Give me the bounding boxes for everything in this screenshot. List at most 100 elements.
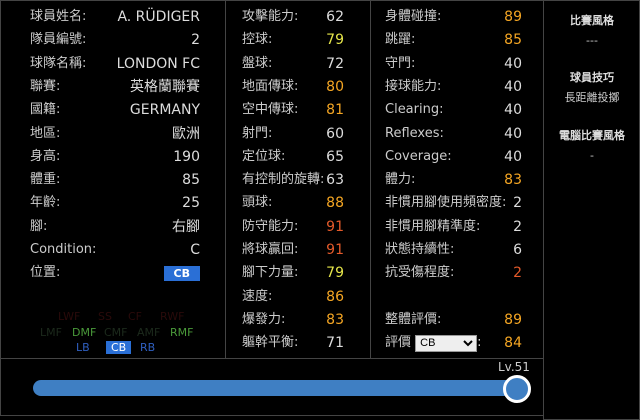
info-row: 位置: CB bbox=[30, 262, 200, 284]
stat-value: 71 bbox=[326, 335, 344, 352]
stat-row: 接球能力: 40 bbox=[385, 76, 522, 98]
stat-row: Coverage: 40 bbox=[385, 146, 522, 168]
level-slider-handle[interactable] bbox=[503, 375, 531, 403]
info-label: 聯賽: bbox=[30, 78, 61, 94]
info-row: 國籍: GERMANY bbox=[30, 99, 200, 121]
info-label: 年齡: bbox=[30, 195, 61, 211]
position-amf: AMF bbox=[137, 326, 161, 339]
stat-row: 空中傳球: 81 bbox=[242, 99, 344, 121]
info-value: 85 bbox=[182, 172, 200, 189]
rating-label: 評價 bbox=[385, 335, 412, 350]
info-label: 位置: bbox=[30, 265, 61, 281]
rating-row: 評價 CB: 84 bbox=[385, 332, 522, 354]
info-label: 腳: bbox=[30, 218, 48, 234]
stat-label: 體力: bbox=[385, 172, 416, 188]
stat-value: 40 bbox=[504, 102, 522, 119]
stat-row: 腳下力量: 79 bbox=[242, 262, 344, 284]
stat-row: 爆發力: 83 bbox=[242, 309, 344, 331]
stat-row: 頭球: 88 bbox=[242, 192, 344, 214]
position-lb: LB bbox=[76, 341, 90, 354]
stat-value: 81 bbox=[326, 102, 344, 119]
info-value: 25 bbox=[182, 195, 200, 212]
stat-row: 抗受傷程度: 2 bbox=[385, 262, 522, 284]
position-rb: RB bbox=[140, 341, 156, 354]
stat-value: 89 bbox=[504, 9, 522, 25]
info-value: LONDON FC bbox=[116, 55, 200, 72]
stat-label: 速度: bbox=[242, 288, 273, 304]
stat-value: 62 bbox=[326, 9, 344, 25]
side-content: 比賽風格 --- 球員技巧 長距離投擲 電腦比賽風格 - bbox=[544, 12, 640, 162]
rating-value: 84 bbox=[504, 335, 522, 351]
ai-style-value: - bbox=[590, 149, 594, 162]
level-label: Lv.51 bbox=[498, 360, 530, 374]
stat-value: 86 bbox=[326, 288, 344, 305]
stat-value: 60 bbox=[326, 125, 344, 142]
stat-value: 40 bbox=[504, 55, 522, 72]
info-row: 腳: 右腳 bbox=[30, 216, 200, 238]
stat-value: 91 bbox=[326, 242, 344, 258]
overall-value: 89 bbox=[504, 312, 522, 328]
stat-label: 控球: bbox=[242, 32, 273, 48]
stat-value: 72 bbox=[326, 55, 344, 72]
info-label: 體重: bbox=[30, 172, 61, 188]
overall-label: 整體評價: bbox=[385, 312, 442, 327]
position-cf: CF bbox=[128, 310, 143, 323]
skills-heading: 球員技巧 bbox=[570, 71, 614, 84]
level-slider-track[interactable] bbox=[33, 380, 518, 396]
stat-row: 狀態持續性: 6 bbox=[385, 239, 522, 261]
stat-value: 40 bbox=[504, 125, 522, 142]
play-style-heading: 比賽風格 bbox=[570, 14, 614, 27]
stat-value: 80 bbox=[326, 78, 344, 95]
stat-row: 速度: 86 bbox=[242, 286, 344, 308]
stat-label: 跳躍: bbox=[385, 32, 416, 48]
rating-position-select[interactable]: CB bbox=[415, 334, 478, 352]
stat-value: 40 bbox=[504, 78, 522, 95]
position-cb: CB bbox=[106, 341, 132, 354]
info-row: 隊員編號: 2 bbox=[30, 29, 200, 51]
stat-label: 腳下力量: bbox=[242, 265, 299, 281]
stat-value: 91 bbox=[326, 218, 344, 235]
info-value: 歐洲 bbox=[172, 125, 200, 142]
stat-row: 控球: 79 bbox=[242, 29, 344, 51]
position-ss: SS bbox=[98, 310, 112, 323]
stat-value: 6 bbox=[513, 242, 522, 258]
stat-label: 非慣用腳使用頻密度: bbox=[385, 195, 507, 211]
info-row: 年齡: 25 bbox=[30, 192, 200, 214]
position-rmf: RMF bbox=[170, 326, 194, 339]
stat-label: 非慣用腳精準度: bbox=[385, 218, 481, 234]
stat-row: 射門: 60 bbox=[242, 123, 344, 145]
stat-row: Reflexes: 40 bbox=[385, 123, 522, 145]
stat-label: Reflexes: bbox=[385, 125, 444, 141]
stat-label: 空中傳球: bbox=[242, 102, 299, 118]
position-lmf: LMF bbox=[40, 326, 62, 339]
stat-label: 防守能力: bbox=[242, 218, 299, 234]
position-dmf: DMF bbox=[72, 326, 97, 339]
stat-label: Coverage: bbox=[385, 148, 452, 164]
stat-value: 79 bbox=[326, 32, 344, 49]
stat-row: 盤球: 72 bbox=[242, 53, 344, 75]
position-rwf: RWF bbox=[160, 310, 185, 323]
info-label: 球隊名稱: bbox=[30, 55, 87, 71]
stat-label: 有控制的旋轉: bbox=[242, 172, 325, 188]
info-row: 體重: 85 bbox=[30, 169, 200, 191]
ai-style-heading: 電腦比賽風格 bbox=[559, 129, 625, 142]
stat-label: 攻擊能力: bbox=[242, 9, 299, 24]
stat-row: 有控制的旋轉: 63 bbox=[242, 169, 344, 191]
stat-row: 守門: 40 bbox=[385, 53, 522, 75]
play-style-value: --- bbox=[586, 34, 598, 47]
info-label: 隊員編號: bbox=[30, 32, 87, 48]
info-label: 國籍: bbox=[30, 102, 61, 118]
stat-label: 爆發力: bbox=[242, 311, 286, 327]
position-badge: CB bbox=[163, 266, 200, 282]
stat-value: 79 bbox=[326, 265, 344, 282]
stat-row: 防守能力: 91 bbox=[242, 216, 344, 238]
info-row: 球隊名稱: LONDON FC bbox=[30, 53, 200, 75]
stat-label: 狀態持續性: bbox=[385, 242, 455, 257]
stat-value: 83 bbox=[504, 172, 522, 189]
stat-label: 守門: bbox=[385, 55, 416, 71]
stat-label: 定位球: bbox=[242, 148, 286, 164]
info-row: Condition: C bbox=[30, 239, 200, 261]
info-row: 球員姓名: A. RÜDIGER bbox=[30, 6, 200, 28]
overall-row: 整體評價: 89 bbox=[385, 309, 522, 331]
info-value: 2 bbox=[191, 32, 200, 49]
